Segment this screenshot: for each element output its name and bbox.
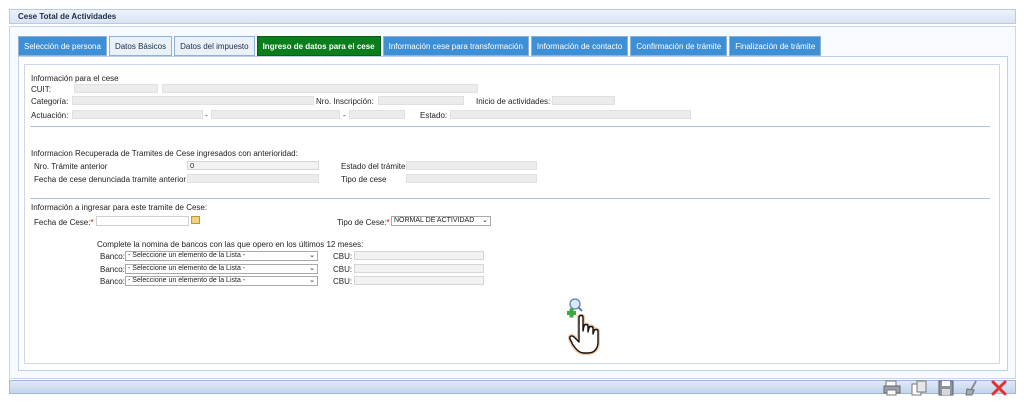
tab-finalizacion-tramite[interactable]: Finalización de trámite bbox=[729, 36, 822, 56]
fecha-cese-input[interactable] bbox=[96, 216, 189, 226]
inicio-actividades-field bbox=[552, 96, 615, 105]
cbu-input-1[interactable] bbox=[354, 251, 484, 260]
estado-tramite-label: Estado del trámite bbox=[341, 162, 406, 171]
actuacion-field-1 bbox=[72, 110, 203, 119]
copy-icon[interactable] bbox=[910, 380, 928, 396]
window-title: Cese Total de Actividades bbox=[9, 9, 1016, 24]
cbu-label-3: CBU: bbox=[333, 277, 353, 286]
actuacion-label: Actuación: bbox=[31, 111, 69, 120]
categoria-field bbox=[72, 96, 314, 105]
tipo-cese-anterior-label: Tipo de cese bbox=[341, 175, 387, 184]
tab-datos-impuesto[interactable]: Datos del impuesto bbox=[174, 36, 255, 56]
tab-datos-basicos[interactable]: Datos Básicos bbox=[108, 36, 173, 56]
cuit-field-name bbox=[162, 84, 478, 93]
print-icon[interactable] bbox=[883, 380, 901, 396]
fecha-cese-label: Fecha de Cese:* bbox=[34, 218, 94, 227]
estado-label: Estado: bbox=[420, 111, 448, 120]
banco-select-3[interactable]: - Seleccione un elemento de la Lista - ⌄ bbox=[125, 276, 318, 286]
bancos-heading: Complete la nomina de bancos con las que… bbox=[97, 240, 364, 249]
tipo-cese-anterior-field bbox=[406, 174, 537, 183]
cbu-label-1: CBU: bbox=[333, 252, 353, 261]
cbu-input-3[interactable] bbox=[354, 276, 484, 285]
fecha-cese-anterior-label: Fecha de cese denunciada tramite anterio… bbox=[34, 175, 187, 184]
tab-informacion-transformacion[interactable]: Información cese para transformación bbox=[382, 36, 529, 56]
bottom-toolbar bbox=[9, 380, 1016, 394]
banco-select-1[interactable]: - Seleccione un elemento de la Lista - ⌄ bbox=[125, 251, 318, 261]
calendar-icon[interactable] bbox=[191, 216, 200, 224]
estado-field bbox=[450, 110, 691, 119]
banco-select-2[interactable]: - Seleccione un elemento de la Lista - ⌄ bbox=[125, 264, 318, 274]
nro-inscripcion-label: Nro. Inscripción: bbox=[316, 97, 374, 106]
section-divider bbox=[30, 126, 990, 127]
close-icon[interactable] bbox=[990, 380, 1008, 396]
fecha-cese-anterior-field bbox=[187, 174, 319, 183]
banco-label-2: Banco: bbox=[100, 265, 125, 274]
actuacion-dash-2: - bbox=[343, 111, 346, 120]
section-divider bbox=[30, 198, 990, 199]
clean-icon[interactable] bbox=[963, 380, 981, 396]
actuacion-field-2 bbox=[211, 110, 340, 119]
nro-inscripcion-field bbox=[378, 96, 464, 105]
banco-select-1-value: - Seleccione un elemento de la Lista - bbox=[128, 252, 246, 259]
chevron-down-icon: ⌄ bbox=[482, 217, 488, 224]
cuit-label: CUIT: bbox=[31, 85, 51, 94]
section-heading-cese: Información para el cese bbox=[31, 74, 119, 83]
actuacion-dash-1: - bbox=[205, 111, 208, 120]
categoria-label: Categoría: bbox=[31, 97, 69, 106]
inicio-actividades-label: Inicio de actividades: bbox=[476, 97, 551, 106]
tipo-cese-select[interactable]: NORMAL DE ACTIVIDAD ⌄ bbox=[391, 216, 491, 226]
cbu-input-2[interactable] bbox=[354, 264, 484, 273]
section-heading-ingresar: Información a ingresar para este tramite… bbox=[31, 203, 208, 212]
section-heading-recuperada: Informacion Recuperada de Tramites de Ce… bbox=[31, 149, 298, 158]
tab-bar: Selección de persona Datos Básicos Datos… bbox=[18, 36, 823, 56]
banco-select-2-value: - Seleccione un elemento de la Lista - bbox=[128, 265, 246, 272]
actuacion-field-3 bbox=[349, 110, 405, 119]
tipo-cese-value: NORMAL DE ACTIVIDAD bbox=[394, 217, 475, 224]
nro-tramite-label: Nro. Trámite anterior bbox=[34, 162, 108, 171]
cuit-field-prefix bbox=[74, 84, 158, 93]
tipo-cese-label: Tipo de Cese:* bbox=[337, 218, 390, 227]
hand-cursor-icon bbox=[568, 314, 600, 355]
chevron-down-icon: ⌄ bbox=[309, 265, 315, 272]
cbu-label-2: CBU: bbox=[333, 265, 353, 274]
banco-label-3: Banco: bbox=[100, 277, 125, 286]
tab-seleccion-persona[interactable]: Selección de persona bbox=[18, 36, 107, 56]
chevron-down-icon: ⌄ bbox=[309, 277, 315, 284]
chevron-down-icon: ⌄ bbox=[309, 252, 315, 259]
save-icon[interactable] bbox=[937, 380, 955, 396]
nro-tramite-field: 0 bbox=[187, 161, 319, 170]
estado-tramite-field bbox=[406, 161, 537, 170]
tab-informacion-contacto[interactable]: Información de contacto bbox=[530, 36, 629, 56]
banco-select-3-value: - Seleccione un elemento de la Lista - bbox=[128, 277, 246, 284]
form-container bbox=[24, 64, 1000, 364]
tab-ingreso-datos-cese[interactable]: Ingreso de datos para el cese bbox=[256, 36, 381, 56]
tab-confirmacion-tramite[interactable]: Confirmación de trámite bbox=[630, 36, 728, 56]
banco-label-1: Banco: bbox=[100, 252, 125, 261]
